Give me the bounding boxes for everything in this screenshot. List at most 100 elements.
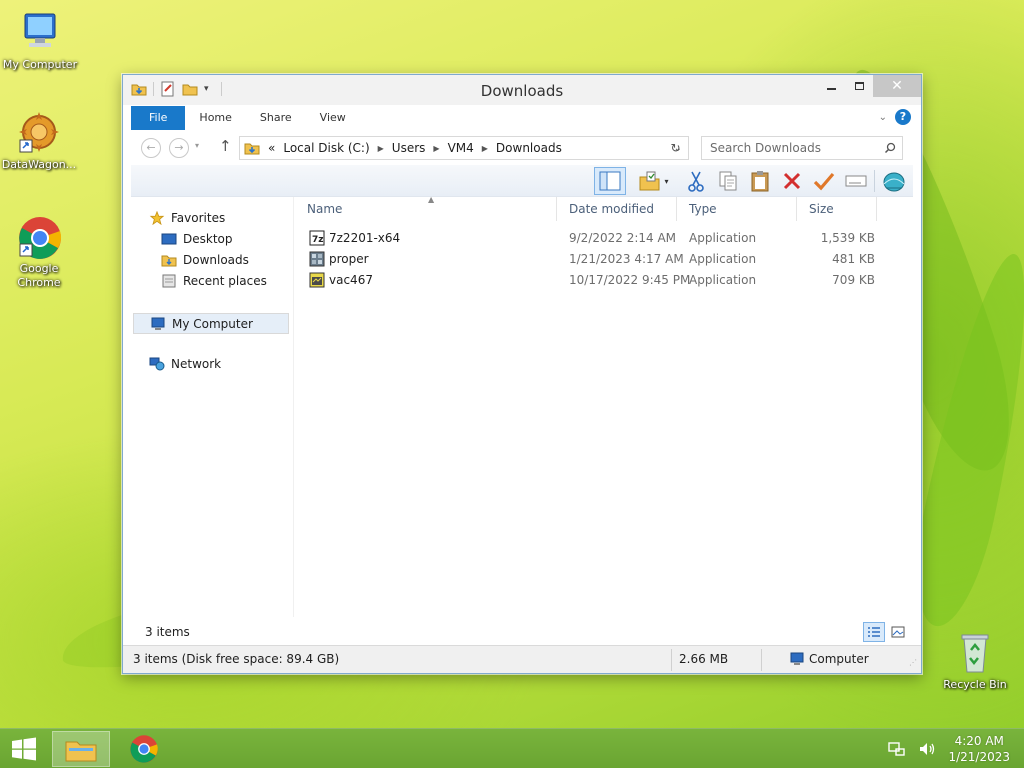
breadcrumb-local-disk[interactable]: Local Disk (C:) — [283, 141, 369, 155]
file-explorer-icon — [65, 741, 97, 762]
file-date: 9/2/2022 2:14 AM — [569, 231, 677, 245]
address-bar[interactable]: « Local Disk (C:) ▶ Users ▶ VM4 ▶ Downlo… — [239, 136, 689, 160]
details-view-button[interactable] — [863, 622, 885, 642]
taskbar-google-chrome[interactable] — [116, 731, 172, 767]
nav-favorites[interactable]: Favorites — [149, 211, 225, 225]
clock[interactable]: 4:20 AM 1/21/2023 — [948, 733, 1010, 765]
pane-splitter[interactable] — [293, 197, 294, 617]
breadcrumb-separator-icon[interactable]: ▶ — [482, 144, 488, 153]
preview-pane-button[interactable] — [594, 167, 626, 195]
nav-network[interactable]: Network — [149, 357, 221, 371]
copy-button[interactable] — [714, 168, 742, 194]
nav-label: Network — [171, 357, 222, 371]
nav-downloads[interactable]: Downloads — [161, 253, 249, 267]
organize-button[interactable]: ▾ — [634, 168, 674, 194]
breadcrumb-overflow[interactable]: « — [268, 141, 275, 155]
svg-text:7z: 7z — [312, 235, 324, 245]
ribbon-right-controls: ⌄ ? — [879, 109, 911, 125]
file-size: 1,539 KB — [820, 231, 875, 245]
delete-x-icon — [783, 172, 801, 190]
select-button[interactable] — [810, 168, 838, 194]
column-size[interactable]: Size — [797, 197, 877, 221]
desktop-icon-label: DataWagon... — [1, 158, 77, 171]
file-name: proper — [329, 252, 369, 266]
nav-recent-places[interactable]: Recent places — [161, 274, 267, 288]
expand-ribbon-icon[interactable]: ⌄ — [879, 112, 887, 123]
resize-grip-icon[interactable]: ⋰ — [909, 658, 917, 667]
taskbar: 4:20 AM 1/21/2023 — [0, 728, 1024, 768]
desktop-icon-datawagon[interactable]: DataWagon... — [0, 110, 79, 172]
chrome-icon — [16, 214, 62, 260]
nav-label: Recent places — [183, 274, 267, 288]
rename-button[interactable] — [842, 168, 870, 194]
help-icon[interactable]: ? — [895, 109, 911, 125]
nav-desktop[interactable]: Desktop — [161, 232, 233, 246]
toolbar-divider — [874, 170, 875, 192]
tab-view[interactable]: View — [306, 106, 360, 130]
maximize-button[interactable] — [845, 75, 873, 97]
column-type[interactable]: Type — [677, 197, 797, 221]
folder-icon — [244, 143, 260, 155]
large-icons-view-button[interactable] — [887, 622, 909, 642]
system-tray: 4:20 AM 1/21/2023 — [888, 733, 1010, 765]
details-view-icon — [868, 627, 880, 637]
breadcrumb-users[interactable]: Users — [392, 141, 426, 155]
paste-button[interactable] — [746, 168, 774, 194]
close-button[interactable]: ✕ — [873, 75, 921, 97]
file-row[interactable]: 7z 7z2201-x64 9/2/2022 2:14 AM Applicati… — [295, 228, 915, 249]
navigation-pane: Favorites Desktop Downloads Recent place… — [131, 197, 291, 617]
explorer-window[interactable]: ▾ Downloads ✕ File Home Share View ⌄ ? ←… — [122, 74, 922, 674]
copy-icon — [719, 171, 737, 191]
recycle-bin-icon — [952, 630, 998, 676]
search-input[interactable]: Search Downloads — [701, 136, 903, 160]
pane-layout-icon — [599, 171, 621, 191]
computer-icon — [790, 652, 804, 665]
status-location-label: Computer — [809, 652, 869, 666]
desktop-icon-label: Recycle Bin — [943, 678, 1007, 691]
desktop-icon-google-chrome[interactable]: Google Chrome — [0, 214, 79, 290]
tab-file[interactable]: File — [131, 106, 186, 130]
view-switcher — [863, 622, 909, 642]
column-headers: Name Date modified Type Size — [295, 197, 915, 221]
recent-locations-icon[interactable]: ▾ — [195, 141, 199, 150]
globe-icon — [883, 172, 905, 192]
cut-button[interactable] — [682, 168, 710, 194]
nav-label: Favorites — [171, 211, 226, 225]
breadcrumb-downloads[interactable]: Downloads — [496, 141, 562, 155]
refresh-button[interactable]: ↻ — [663, 136, 689, 160]
file-type: Application — [689, 273, 757, 287]
desktop-icon-my-computer[interactable]: My Computer — [0, 10, 80, 72]
up-button[interactable]: ↑ — [219, 137, 232, 155]
column-date-modified[interactable]: Date modified — [557, 197, 677, 221]
title-bar[interactable]: ▾ Downloads ✕ — [123, 75, 921, 105]
breadcrumb-separator-icon[interactable]: ▶ — [378, 144, 384, 153]
delete-button[interactable] — [778, 168, 806, 194]
window-controls: ✕ — [817, 75, 921, 97]
breadcrumb-vm4[interactable]: VM4 — [448, 141, 474, 155]
file-row[interactable]: vac467 10/17/2022 9:45 PM Application 70… — [295, 270, 915, 291]
desktop-icon-label: My Computer — [2, 58, 78, 71]
network-globe-button[interactable] — [880, 168, 908, 194]
forward-button[interactable]: → — [169, 138, 189, 158]
nav-label: Desktop — [183, 232, 233, 246]
folder-check-icon — [639, 171, 660, 191]
network-tray-icon[interactable] — [888, 741, 906, 757]
breadcrumb-separator-icon[interactable]: ▶ — [433, 144, 439, 153]
minimize-button[interactable] — [817, 75, 845, 97]
start-button[interactable] — [0, 731, 48, 767]
nav-my-computer[interactable]: My Computer — [133, 313, 289, 334]
clock-date: 1/21/2023 — [948, 750, 1010, 764]
tab-home[interactable]: Home — [185, 106, 245, 130]
column-name[interactable]: Name — [295, 197, 557, 221]
7zip-icon: 7z — [309, 230, 325, 246]
window-title: Downloads — [480, 82, 564, 100]
rename-icon — [845, 175, 867, 187]
taskbar-file-explorer[interactable] — [52, 731, 110, 767]
volume-icon[interactable] — [918, 741, 936, 757]
file-name: vac467 — [329, 273, 373, 287]
tab-share[interactable]: Share — [246, 106, 306, 130]
file-row[interactable]: proper 1/21/2023 4:17 AM Application 481… — [295, 249, 915, 270]
desktop-icon-recycle-bin[interactable]: Recycle Bin — [935, 630, 1015, 692]
item-count: 3 items — [145, 625, 190, 639]
back-button[interactable]: ← — [141, 138, 161, 158]
